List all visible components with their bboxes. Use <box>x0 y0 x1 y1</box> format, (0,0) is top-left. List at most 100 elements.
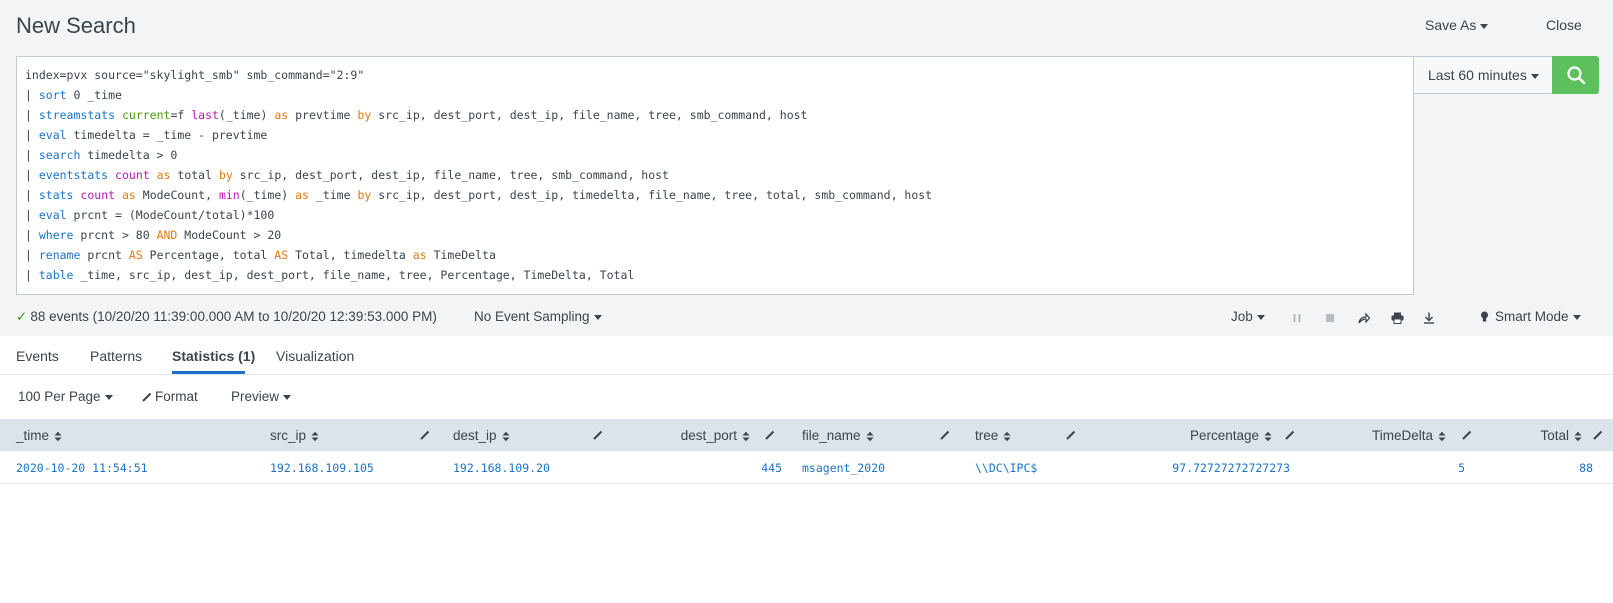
column-header-label: tree <box>975 428 999 443</box>
query-line: | stats count as ModeCount, min(_time) a… <box>25 185 1405 205</box>
table-row: 2020-10-20 11:54:51 192.168.109.105 192.16… <box>0 451 1613 484</box>
query-line: | search timedelta > 0 <box>25 145 1405 165</box>
sort-icon <box>54 431 62 442</box>
column-format-button[interactable] <box>1285 428 1295 443</box>
search-button[interactable] <box>1552 56 1599 94</box>
print-button[interactable] <box>1389 310 1405 326</box>
query-token: by <box>357 108 372 122</box>
query-token: | <box>25 208 39 222</box>
query-token: Total, timedelta <box>288 248 413 262</box>
check-icon: ✓ <box>16 309 28 324</box>
column-header-time[interactable]: _time <box>16 428 62 443</box>
column-format-button[interactable] <box>420 428 430 443</box>
pencil-icon <box>142 393 152 403</box>
query-token: index=pvx source="skylight_smb" smb_comm… <box>25 68 365 82</box>
query-token: stats <box>38 188 74 202</box>
cell-tree[interactable]: \\DC\IPC$ <box>975 461 1037 475</box>
column-format-button[interactable] <box>593 428 603 443</box>
cell-timedelta[interactable]: 5 <box>1458 461 1465 475</box>
save-as-label: Save As <box>1425 17 1477 33</box>
time-range-picker[interactable]: Last 60 minutes <box>1413 56 1553 94</box>
column-format-button[interactable] <box>1066 428 1076 443</box>
cell-percentage[interactable]: 97.72727272727273 <box>1172 461 1290 475</box>
job-status-bar: ✓ 88 events (10/20/20 11:39:00.000 AM to … <box>0 300 1613 334</box>
sort-icon <box>1438 431 1446 442</box>
chevron-down-icon <box>593 314 602 320</box>
column-header-tree[interactable]: tree <box>975 428 1011 443</box>
chevron-down-icon <box>1480 23 1489 29</box>
cell-dest-port[interactable]: 445 <box>761 461 782 475</box>
stop-button[interactable] <box>1322 310 1338 326</box>
query-token: sort <box>38 88 67 102</box>
column-format-button[interactable] <box>1462 428 1472 443</box>
cell-dest-ip[interactable]: 192.168.109.20 <box>453 461 550 475</box>
query-token <box>150 168 157 182</box>
header: New Search Save As Close <box>0 0 1613 54</box>
column-format-button[interactable] <box>1593 428 1603 443</box>
query-token: search <box>38 148 81 162</box>
pencil-icon <box>420 430 430 440</box>
column-header-total[interactable]: Total <box>1540 428 1582 443</box>
cell-file-name[interactable]: msagent_2020 <box>802 461 885 475</box>
preview-dropdown[interactable]: Preview <box>231 389 292 404</box>
tab-events[interactable]: Events <box>16 348 59 364</box>
search-query-editor[interactable]: index=pvx source="skylight_smb" smb_comm… <box>16 56 1414 295</box>
chevron-down-icon <box>104 394 113 400</box>
tab-patterns[interactable]: Patterns <box>90 348 142 364</box>
event-sampling-dropdown[interactable]: No Event Sampling <box>474 309 602 324</box>
column-header-label: src_ip <box>270 428 307 443</box>
query-token: count <box>80 188 116 202</box>
query-token: as <box>412 248 427 262</box>
query-token: 0 _time <box>66 88 122 102</box>
column-header-dest-port[interactable]: dest_port <box>681 428 750 443</box>
cell-time[interactable]: 2020-10-20 11:54:51 <box>16 461 148 475</box>
column-header-label: dest_ip <box>453 428 497 443</box>
stop-icon <box>1326 314 1334 322</box>
cell-src-ip[interactable]: 192.168.109.105 <box>270 461 374 475</box>
sort-icon <box>1264 431 1272 442</box>
per-page-label: 100 Per Page <box>18 389 101 404</box>
query-token: prcnt > 80 <box>73 228 157 242</box>
query-token: last <box>191 108 219 122</box>
query-line: | eval timedelta = _time - prevtime <box>25 125 1405 145</box>
column-format-button[interactable] <box>765 428 775 443</box>
query-token: prcnt = (ModeCount/total)*100 <box>66 208 275 222</box>
column-header-dest-ip[interactable]: dest_ip <box>453 428 510 443</box>
column-header-src-ip[interactable]: src_ip <box>270 428 319 443</box>
tab-visualization[interactable]: Visualization <box>276 348 354 364</box>
export-button[interactable] <box>1421 310 1437 326</box>
query-token: src_ip, dest_port, dest_ip, timedelta, f… <box>371 188 933 202</box>
per-page-dropdown[interactable]: 100 Per Page <box>18 389 113 404</box>
query-token: (_time) <box>218 108 275 122</box>
share-button[interactable] <box>1356 310 1372 326</box>
query-token: (_time) <box>239 188 296 202</box>
column-header-label: dest_port <box>680 428 737 443</box>
column-header-timedelta[interactable]: TimeDelta <box>1372 428 1446 443</box>
column-header-file-name[interactable]: file_name <box>802 428 874 443</box>
search-mode-label: Smart Mode <box>1495 309 1569 324</box>
format-button[interactable]: Format <box>142 389 198 404</box>
query-token: rename <box>38 248 81 262</box>
job-dropdown[interactable]: Job <box>1231 309 1265 324</box>
search-mode-dropdown[interactable]: Smart Mode <box>1480 309 1581 324</box>
cell-total[interactable]: 88 <box>1579 461 1593 475</box>
column-format-button[interactable] <box>940 428 950 443</box>
query-token: | <box>25 188 39 202</box>
query-token: =f <box>170 108 192 122</box>
tab-statistics[interactable]: Statistics (1) <box>172 348 255 364</box>
query-token: as <box>121 188 136 202</box>
query-token: Percentage, total <box>142 248 275 262</box>
query-token: eval <box>38 208 67 222</box>
query-token: current <box>121 108 171 122</box>
column-header-percentage[interactable]: Percentage <box>1190 428 1272 443</box>
preview-label: Preview <box>231 389 280 404</box>
query-token: min <box>218 188 240 202</box>
save-as-button[interactable]: Save As <box>1425 17 1489 33</box>
search-icon <box>1566 66 1585 85</box>
query-line: | rename prcnt AS Percentage, total AS T… <box>25 245 1405 265</box>
query-line: index=pvx source="skylight_smb" smb_comm… <box>25 65 1405 85</box>
close-button[interactable]: Close <box>1546 17 1582 33</box>
pause-button[interactable] <box>1289 310 1305 326</box>
query-line: | sort 0 _time <box>25 85 1405 105</box>
query-token: | <box>25 168 39 182</box>
